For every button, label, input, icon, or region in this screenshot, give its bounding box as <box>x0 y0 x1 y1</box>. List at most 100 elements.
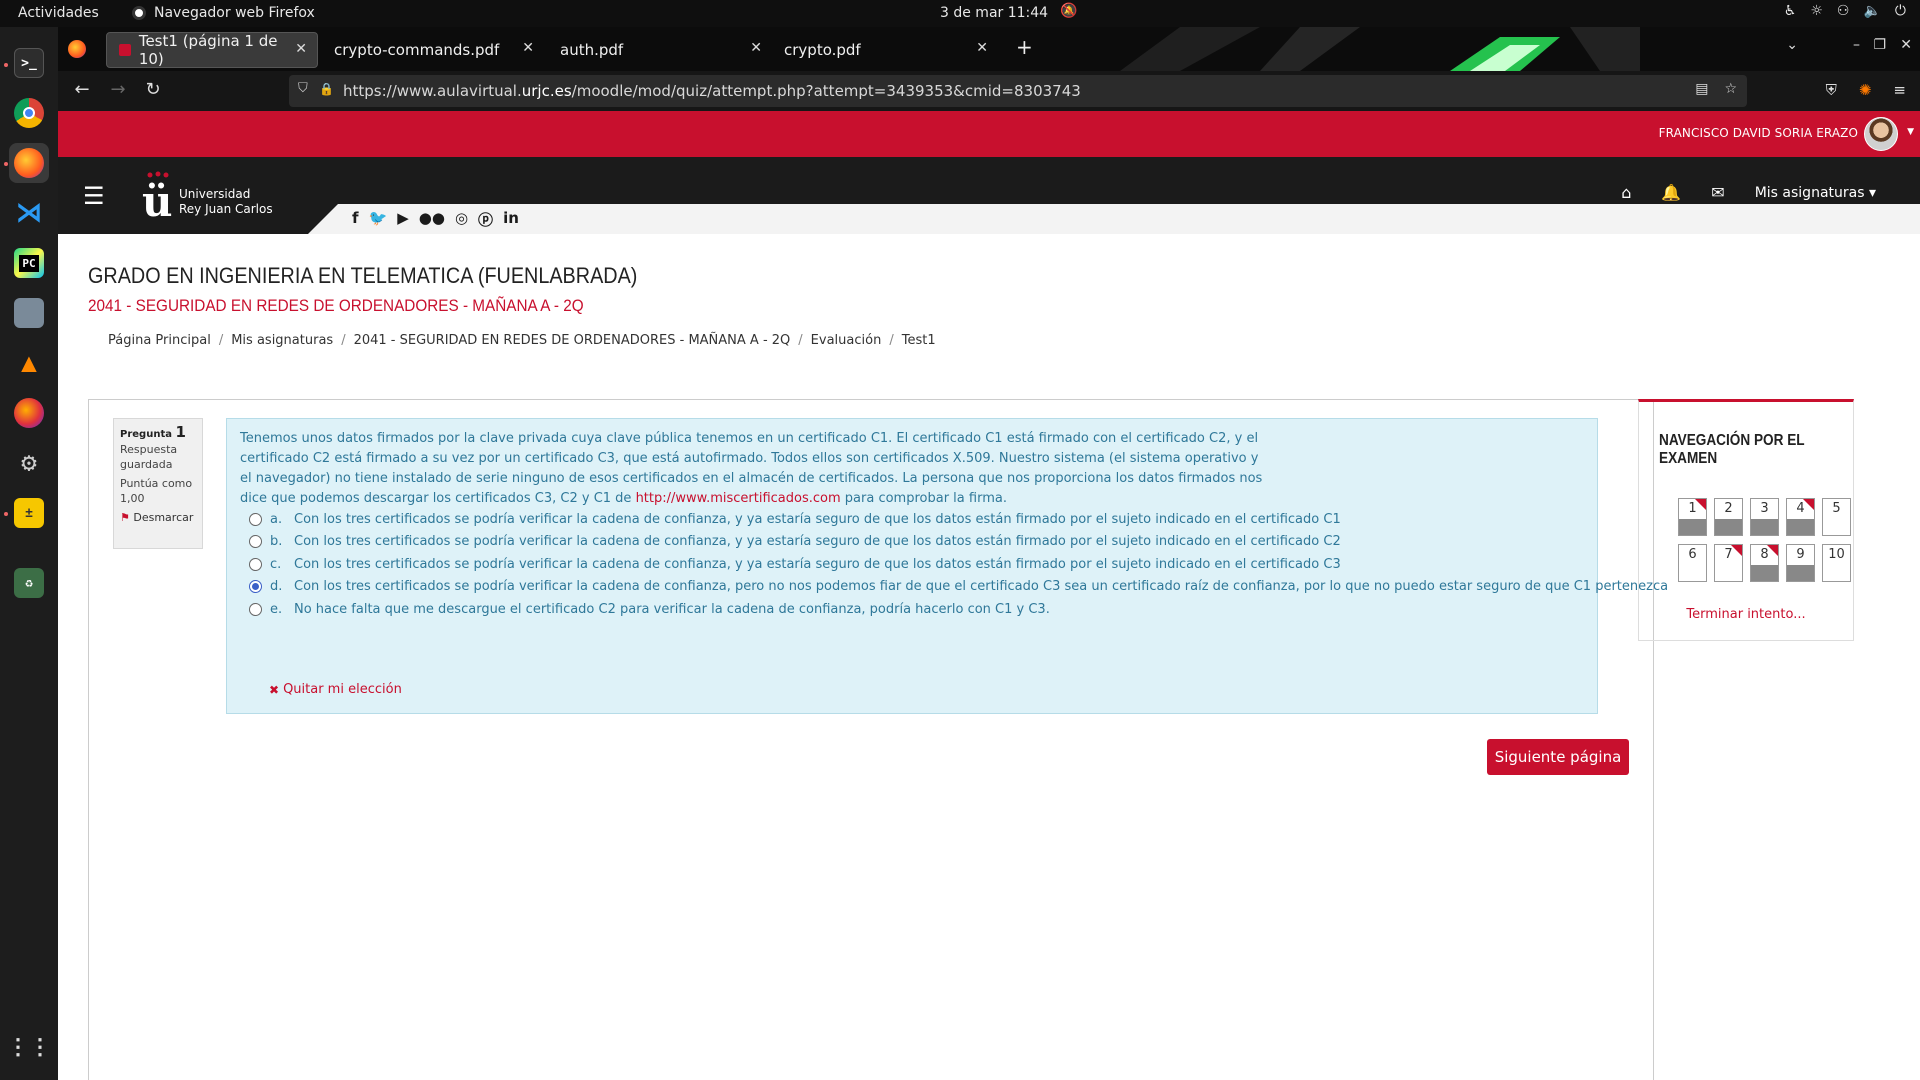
question-nav-button-7[interactable]: 7 <box>1714 544 1743 582</box>
unflag-button[interactable]: ⚑ Desmarcar <box>120 510 196 525</box>
close-window-icon[interactable]: ✕ <box>1900 37 1912 53</box>
radio-button[interactable] <box>249 534 262 548</box>
breadcrumb-item[interactable]: Evaluación <box>811 333 882 348</box>
reload-icon[interactable]: ↻ <box>141 79 165 100</box>
twitter-icon[interactable]: 🐦 <box>369 209 388 230</box>
files-icon[interactable] <box>9 293 49 333</box>
terminal-icon[interactable]: >_ <box>9 43 49 83</box>
radio-button-selected[interactable] <box>249 579 262 593</box>
bell-icon[interactable]: 🔔 <box>1661 183 1681 202</box>
flickr-icon[interactable]: ●● <box>419 209 445 230</box>
answer-option-c[interactable]: c. Con los tres certificados se podría ve… <box>249 554 1341 574</box>
restore-icon[interactable]: ❐ <box>1873 37 1886 53</box>
urjc-logo-text[interactable]: Universidad Rey Juan Carlos <box>179 187 273 217</box>
accessibility-icon[interactable]: ♿ <box>1784 3 1797 19</box>
question-nav-number: 2 <box>1724 501 1733 516</box>
certificates-link[interactable]: http://www.miscertificados.com <box>636 491 841 506</box>
vscode-icon[interactable]: ⋊ <box>9 193 49 233</box>
home-icon[interactable]: ⌂ <box>1621 183 1631 202</box>
tab-title: crypto.pdf <box>784 41 861 59</box>
extension-icon[interactable]: ✺ <box>1859 81 1872 99</box>
tab-auth[interactable]: auth.pdf ✕ <box>548 32 772 68</box>
question-nav-button-9[interactable]: 9 <box>1786 544 1815 582</box>
radio-button[interactable] <box>249 512 262 526</box>
system-tray[interactable]: ♿ ☼ ⚇ 🔈 ⏻ <box>1784 3 1906 19</box>
user-name[interactable]: FRANCISCO DAVID SORIA ERAZO <box>1659 126 1858 140</box>
settings-icon[interactable]: ⚙ <box>9 443 49 483</box>
list-tabs-icon[interactable]: ⌄ <box>1786 37 1798 53</box>
mail-icon[interactable]: ✉ <box>1711 183 1724 202</box>
firefox-view-icon[interactable] <box>68 40 86 58</box>
page-title: GRADO EN INGENIERIA EN TELEMATICA (FUENL… <box>88 263 638 288</box>
linkedin-icon[interactable]: in <box>503 209 519 230</box>
reader-view-icon[interactable]: ▤ <box>1695 81 1708 97</box>
answer-option-e[interactable]: e. No hace falta que me descargue el cert… <box>249 599 1050 619</box>
lock-icon[interactable]: 🔒 <box>319 82 334 96</box>
answer-option-b[interactable]: b. Con los tres certificados se podría ve… <box>249 531 1341 551</box>
mis-asignaturas-menu[interactable]: Mis asignaturas ▾ <box>1755 185 1876 201</box>
tab-crypto-commands[interactable]: crypto-commands.pdf ✕ <box>322 32 544 68</box>
radio-button[interactable] <box>249 602 262 616</box>
minimize-icon[interactable]: – <box>1853 37 1860 53</box>
gnome-top-bar: Actividades Navegador web Firefox 3 de m… <box>0 0 1920 27</box>
answer-option-d[interactable]: d. Con los tres certificados se podría ve… <box>249 576 1668 596</box>
activities-button[interactable]: Actividades <box>18 5 99 21</box>
answer-option-a[interactable]: a. Con los tres certificados se podría ve… <box>249 509 1341 529</box>
close-tab-icon[interactable]: ✕ <box>750 40 762 56</box>
radio-button[interactable] <box>249 557 262 571</box>
question-nav-button-10[interactable]: 10 <box>1822 544 1851 582</box>
network-icon[interactable]: ⚇ <box>1837 3 1850 19</box>
tracking-protection-icon[interactable]: ⛉ <box>298 81 308 96</box>
new-tab-button[interactable]: + <box>1016 35 1033 59</box>
breadcrumb-item[interactable]: Mis asignaturas <box>231 333 333 348</box>
app-menu[interactable]: Navegador web Firefox <box>132 5 315 21</box>
question-nav-number: 9 <box>1796 547 1805 562</box>
bookmark-star-icon[interactable]: ☆ <box>1724 81 1737 97</box>
calculator-icon[interactable]: ± <box>9 493 49 533</box>
firefox-icon[interactable] <box>9 143 49 183</box>
firefox-dev-icon[interactable] <box>9 393 49 433</box>
pinterest-icon[interactable]: ⓟ <box>478 209 493 230</box>
vlc-icon[interactable]: ▲ <box>9 343 49 383</box>
youtube-icon[interactable]: ▶ <box>397 209 409 230</box>
tab-test1[interactable]: Test1 (página 1 de 10) ✕ <box>106 32 318 68</box>
question-nav-button-6[interactable]: 6 <box>1678 544 1707 582</box>
forward-icon[interactable]: → <box>106 79 130 100</box>
close-tab-icon[interactable]: ✕ <box>976 40 988 56</box>
question-nav-button-1[interactable]: 1 <box>1678 498 1707 536</box>
url-bar[interactable]: ⛉ 🔒 https://www.aulavirtual.urjc.es/mood… <box>289 75 1747 107</box>
clear-choice-link[interactable]: ✖ Quitar mi elección <box>269 682 402 697</box>
question-nav-button-4[interactable]: 4 <box>1786 498 1815 536</box>
breadcrumb-item[interactable]: Página Principal <box>108 333 211 348</box>
urjc-logo[interactable]: ü <box>142 181 173 223</box>
finish-attempt-link[interactable]: Terminar intento... <box>1639 607 1853 622</box>
close-tab-icon[interactable]: ✕ <box>522 40 534 56</box>
volume-icon[interactable]: 🔈 <box>1863 3 1880 19</box>
pycharm-icon[interactable]: PC <box>9 243 49 283</box>
tab-crypto[interactable]: crypto.pdf ✕ <box>772 32 998 68</box>
question-nav-button-3[interactable]: 3 <box>1750 498 1779 536</box>
facebook-icon[interactable]: f <box>352 209 359 230</box>
avatar[interactable] <box>1864 117 1898 151</box>
chevron-down-icon[interactable]: ▼ <box>1907 127 1914 137</box>
question-nav-button-8[interactable]: 8 <box>1750 544 1779 582</box>
breadcrumb-item[interactable]: 2041 - SEGURIDAD EN REDES DE ORDENADORES… <box>354 333 791 348</box>
hamburger-menu-icon[interactable]: ☰ <box>83 182 105 210</box>
social-strip: f 🐦 ▶ ●● ◎ ⓟ in <box>308 204 1920 234</box>
question-nav-button-2[interactable]: 2 <box>1714 498 1743 536</box>
question-nav-button-5[interactable]: 5 <box>1822 498 1851 536</box>
power-icon[interactable]: ⏻ <box>1895 3 1906 19</box>
trash-icon[interactable]: ♻ <box>9 563 49 603</box>
clock[interactable]: 3 de mar 11:44 <box>940 5 1048 21</box>
chrome-icon[interactable] <box>9 93 49 133</box>
breadcrumb-item[interactable]: Test1 <box>902 333 936 348</box>
menu-icon[interactable]: ≡ <box>1893 81 1906 99</box>
close-tab-icon[interactable]: ✕ <box>295 41 307 57</box>
url-text[interactable]: https://www.aulavirtual.urjc.es/moodle/m… <box>343 82 1081 100</box>
brightness-icon[interactable]: ☼ <box>1810 3 1823 19</box>
app-grid-icon[interactable]: ⋮⋮ <box>7 1027 51 1067</box>
next-page-button[interactable]: Siguiente página <box>1487 739 1629 775</box>
instagram-icon[interactable]: ◎ <box>455 209 468 230</box>
back-icon[interactable]: ← <box>70 79 94 100</box>
pocket-icon[interactable]: ⛨ <box>1826 81 1837 99</box>
